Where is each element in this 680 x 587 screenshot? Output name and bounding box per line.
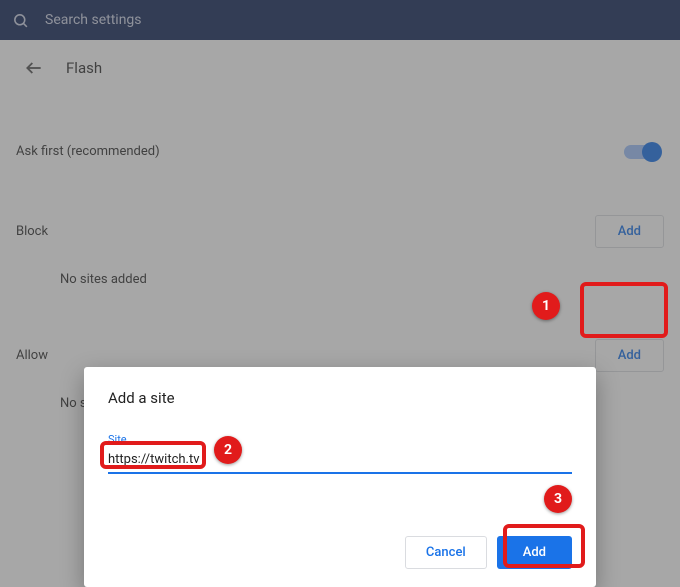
- site-field-wrap: [108, 448, 572, 474]
- site-input[interactable]: [108, 448, 572, 474]
- cancel-button[interactable]: Cancel: [405, 536, 487, 569]
- dialog-title: Add a site: [108, 389, 572, 407]
- add-site-dialog: Add a site Site Cancel Add: [84, 367, 596, 587]
- site-field-label: Site: [108, 433, 572, 446]
- dialog-actions: Cancel Add: [108, 536, 572, 569]
- add-button[interactable]: Add: [497, 536, 572, 569]
